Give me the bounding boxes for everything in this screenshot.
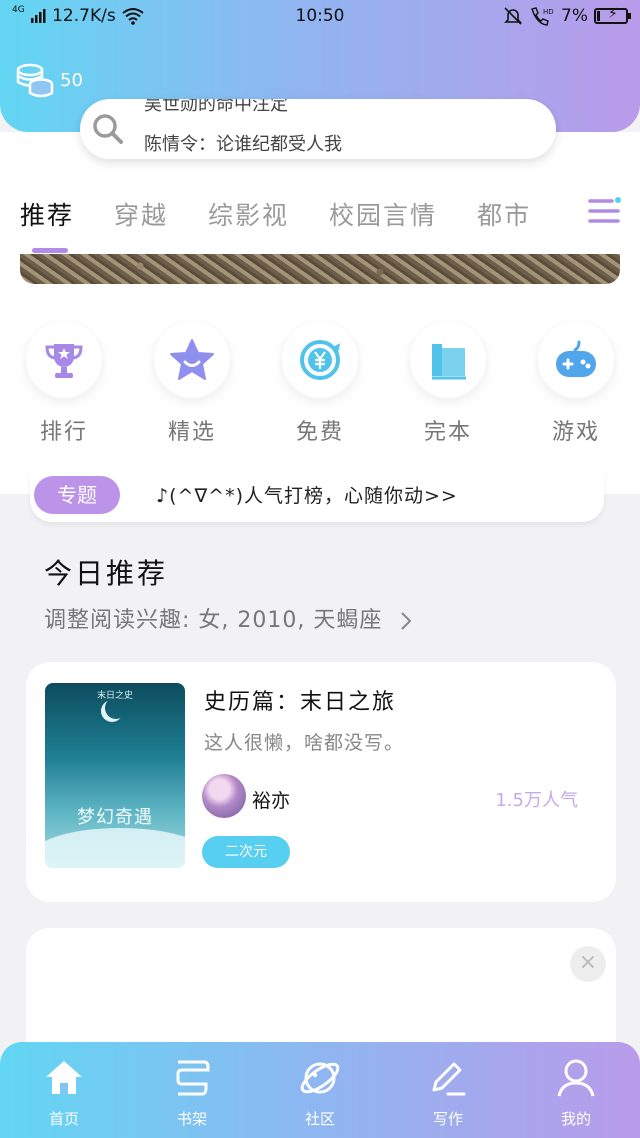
tab-urban[interactable]: 都市: [477, 196, 531, 232]
shortcut-icon-wrapper: [154, 322, 230, 398]
bottom-navigation: 首页 书架 社区 写作 我的: [0, 1042, 640, 1138]
status-left: 4G 12.7K/s: [12, 6, 144, 26]
yuan-refresh-icon: [300, 340, 341, 380]
shortcut-ranking[interactable]: 排行: [24, 322, 104, 446]
category-shortcuts: 排行 精选 免费 完本 游戏: [0, 322, 640, 452]
shortcut-label: 免费: [295, 420, 344, 445]
star-icon: [170, 339, 214, 380]
coins-count: 50: [60, 69, 83, 91]
book-title[interactable]: 史历篇：末日之旅: [204, 684, 396, 716]
cover-title: 梦幻奇遇: [77, 807, 153, 828]
nav-label: 我的: [560, 1110, 591, 1128]
battery-fill: [597, 11, 600, 21]
tab-time-travel[interactable]: 穿越: [114, 196, 168, 232]
shortcut-label: 游戏: [551, 420, 600, 445]
shortcut-games[interactable]: 游戏: [536, 322, 616, 446]
search-bar[interactable]: 吴世勋的命中注定 陈情令：论谁纪都受人我: [80, 99, 556, 159]
hd-call-icon: HD: [531, 7, 554, 26]
battery-percent: 7%: [561, 6, 588, 26]
shortcut-free[interactable]: 免费: [280, 322, 360, 446]
tab-film-tv[interactable]: 综影视: [208, 196, 289, 232]
reading-interest-link[interactable]: 调整阅读兴趣: 女, 2010, 天蝎座: [44, 602, 414, 634]
gamepad-icon: [556, 340, 596, 377]
tabs-menu-icon[interactable]: [588, 196, 622, 226]
trophy-icon: [45, 344, 83, 378]
network-type: 4G: [12, 5, 25, 15]
search-icon: [93, 114, 123, 144]
moon-icon: [105, 697, 127, 719]
genre-tag[interactable]: 二次元: [202, 836, 290, 868]
status-right: HD 7% ⚡: [503, 6, 631, 26]
topic-bar[interactable]: 专题 ♪(^∇^*)人气打榜，心随你动>>: [30, 470, 604, 522]
search-hint-carousel: 吴世勋的命中注定 陈情令：论谁纪都受人我: [144, 99, 544, 159]
planet-icon: [300, 1062, 340, 1094]
nav-label: 社区: [304, 1110, 335, 1128]
wifi-icon: [122, 8, 144, 25]
cloud-decoration: [45, 828, 185, 868]
svg-text:HD: HD: [543, 8, 554, 16]
book-card[interactable]: 末日之史 梦幻奇遇 史历篇：末日之旅 这人很懒，啥都没写。 裕亦 1.5万人气 …: [26, 662, 616, 902]
nav-bookshelf[interactable]: 书架: [147, 1056, 237, 1129]
topic-text: ♪(^∇^*)人气打榜，心随你动>>: [156, 485, 458, 507]
charging-bolt-icon: ⚡: [608, 6, 618, 22]
book-cover[interactable]: 末日之史 梦幻奇遇: [45, 683, 185, 868]
nav-label: 书架: [176, 1110, 207, 1128]
coins-icon: [16, 63, 54, 98]
book-description: 这人很懒，啥都没写。: [204, 732, 405, 754]
shortcut-label: 精选: [167, 420, 216, 445]
nav-write[interactable]: 写作: [403, 1056, 493, 1129]
banner-carousel[interactable]: [20, 254, 620, 284]
active-tab-indicator: [32, 248, 68, 253]
user-icon: [557, 1059, 595, 1097]
chevron-right-icon: [401, 612, 412, 630]
nav-community[interactable]: 社区: [275, 1056, 365, 1129]
book-icon: [432, 344, 466, 380]
bell-muted-icon: [504, 7, 522, 25]
today-recommend-title: 今日推荐: [44, 557, 169, 590]
search-hint-line: 陈情令：论谁纪都受人我: [144, 134, 342, 155]
shortcut-icon-wrapper: [410, 322, 486, 398]
nav-label: 写作: [432, 1110, 463, 1128]
topic-badge: 专题: [34, 476, 120, 514]
tab-campus-romance[interactable]: 校园言情: [329, 196, 437, 232]
coins-display[interactable]: 50: [16, 62, 83, 98]
popularity-count: 1.5万人气: [495, 790, 578, 811]
pen-icon: [432, 1062, 466, 1096]
signal-icon: 4G: [12, 6, 46, 26]
shortcut-icon-wrapper: [282, 322, 358, 398]
battery-icon: ⚡: [594, 6, 631, 24]
author-name[interactable]: 裕亦: [252, 786, 290, 813]
home-icon: [46, 1061, 82, 1094]
shortcut-featured[interactable]: 精选: [152, 322, 232, 446]
search-hint-line: 吴世勋的命中注定: [144, 99, 288, 115]
tab-recommend[interactable]: 推荐: [20, 196, 74, 232]
nav-label: 首页: [48, 1110, 79, 1128]
shortcut-icon-wrapper: [538, 322, 614, 398]
shortcut-completed[interactable]: 完本: [408, 322, 488, 446]
shortcut-label: 排行: [39, 420, 88, 445]
nav-profile[interactable]: 我的: [531, 1056, 621, 1129]
status-bar: 4G 12.7K/s 10:50 HD 7% ⚡: [0, 0, 640, 32]
reading-interest-text: 调整阅读兴趣: 女, 2010, 天蝎座: [44, 608, 383, 633]
network-speed: 12.7K/s: [52, 6, 116, 26]
bookshelf-icon: [176, 1060, 210, 1096]
nav-home[interactable]: 首页: [19, 1056, 109, 1129]
close-icon[interactable]: ×: [570, 946, 606, 982]
shortcut-icon-wrapper: [26, 322, 102, 398]
category-tabs: 推荐 穿越 综影视 校园言情 都市: [0, 186, 640, 242]
shortcut-label: 完本: [423, 420, 472, 445]
avatar[interactable]: [202, 774, 246, 818]
